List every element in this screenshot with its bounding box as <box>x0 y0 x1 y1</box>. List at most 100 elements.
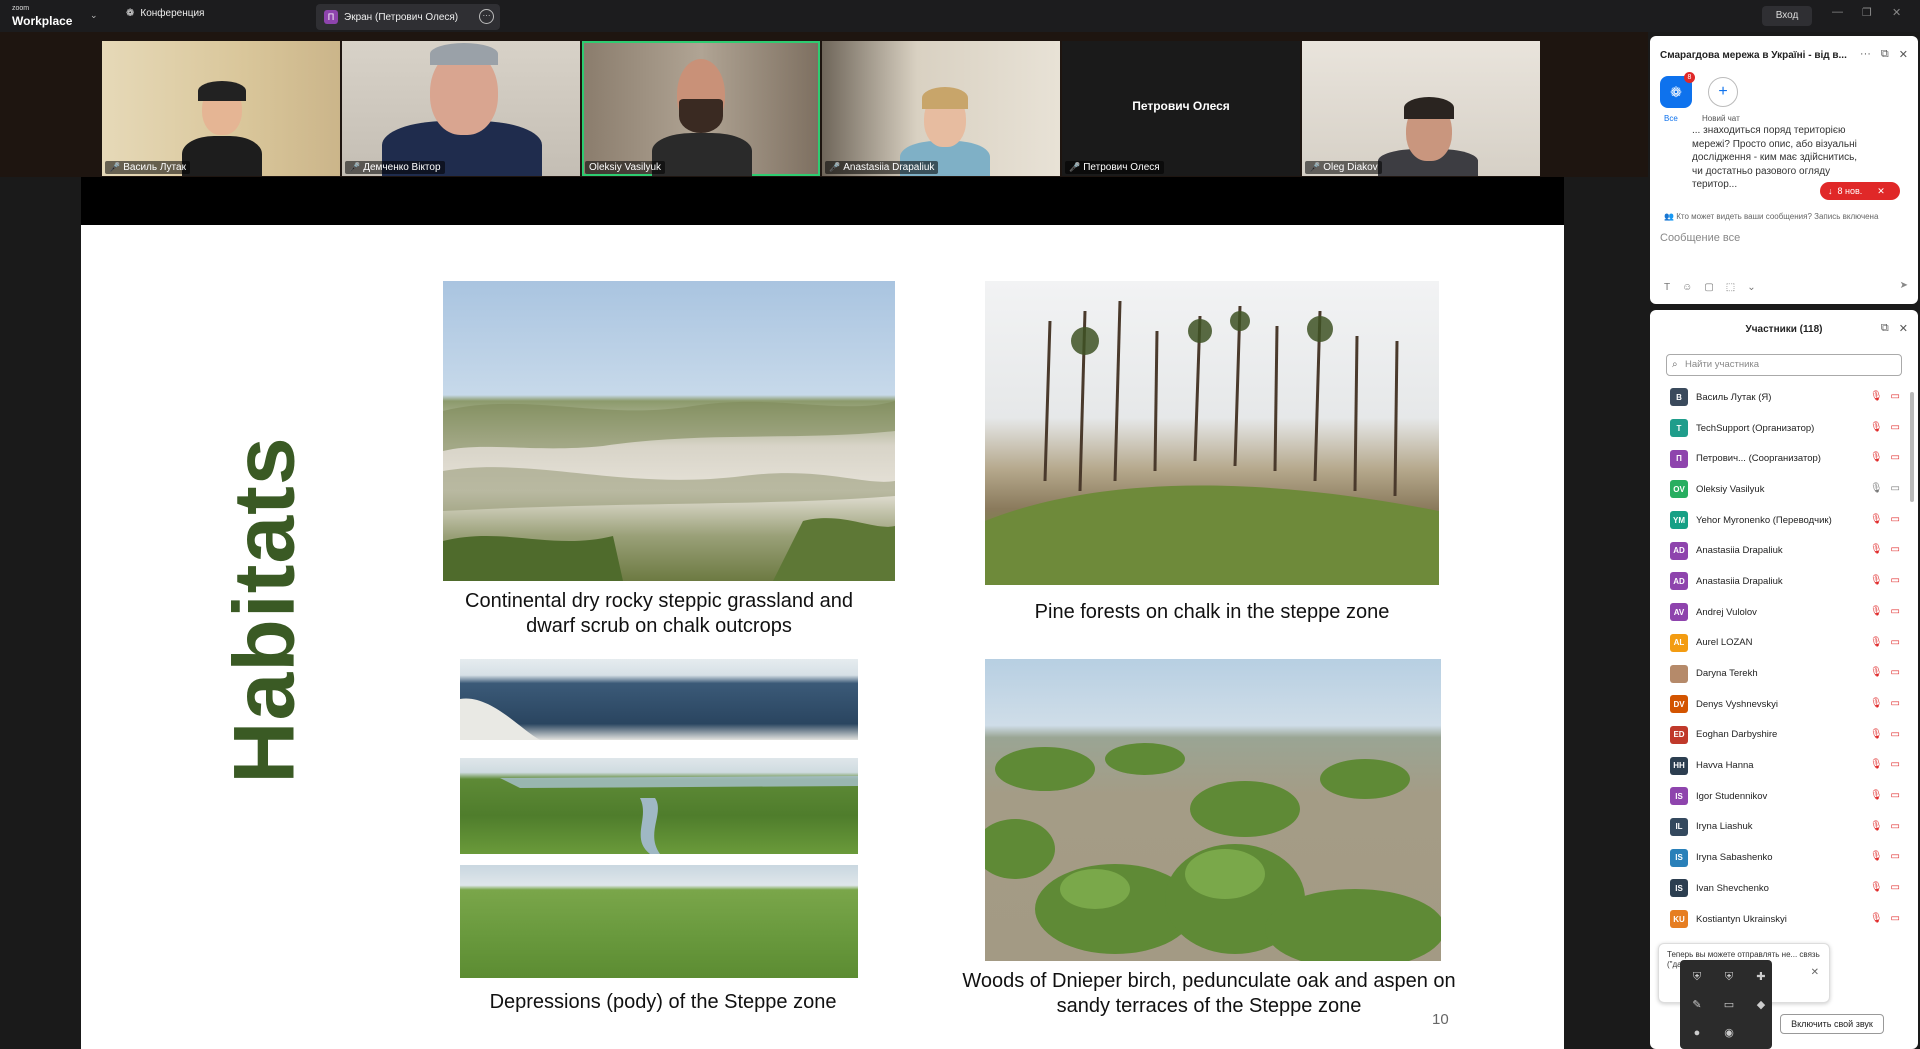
zoom-icon[interactable]: ▭ <box>1714 992 1744 1018</box>
close-icon[interactable]: ✕ <box>1811 968 1819 978</box>
participant-row[interactable]: YM Yehor Myronenko (Переводчик) 🎙 ▭ <box>1650 505 1918 536</box>
tab-screen-share[interactable]: П Экран (Петрович Олеся) ··· <box>316 4 500 30</box>
photo-depression-marsh <box>460 758 858 854</box>
more-icon[interactable]: ··· <box>479 9 494 24</box>
participant-row[interactable]: AV Andrej Vulolov 🎙 ▭ <box>1650 597 1918 628</box>
participant-row[interactable]: ED Eoghan Darbyshire 🎙 ▭ <box>1650 720 1918 751</box>
participant-name: Havva Hanna <box>1696 760 1754 772</box>
video-off-name: Петрович Олеся <box>1132 99 1230 113</box>
signin-button[interactable]: Вход <box>1762 6 1812 26</box>
restore-icon[interactable]: ❐ <box>1862 6 1872 19</box>
mic-muted-icon: 🎙 <box>1869 421 1883 433</box>
shield-icon[interactable]: ⛨ <box>1682 964 1712 990</box>
new-chat-button[interactable]: + <box>1708 77 1738 107</box>
participant-row[interactable]: IS Igor Studennikov 🎙 ▭ <box>1650 781 1918 812</box>
video-tile[interactable]: Петрович Олеся 🎤 Петрович Олеся <box>1062 41 1300 176</box>
close-icon[interactable]: ✕ <box>1899 48 1908 61</box>
camera-icon: ▭ <box>1890 575 1900 587</box>
new-messages-pill[interactable]: ↓ 8 нов. ✕ <box>1820 182 1900 200</box>
chat-all-button[interactable]: ❁ 8 <box>1660 72 1695 108</box>
participant-row[interactable]: В Василь Лутак (Я) 🎙 ▭ <box>1650 382 1918 413</box>
avatar: IS <box>1670 879 1688 898</box>
popout-icon[interactable]: ⧉ <box>1881 322 1889 335</box>
video-tile[interactable]: 🎤 Василь Лутак <box>102 41 340 176</box>
close-window-icon[interactable]: ✕ <box>1892 6 1901 19</box>
more-icon[interactable]: ··· <box>1860 48 1871 61</box>
camera-icon: ▭ <box>1890 513 1900 525</box>
tab-conference[interactable]: ❁ Конференция <box>126 8 204 19</box>
photo-depression-meadow <box>460 865 858 978</box>
video-tile[interactable]: 🎤 Демченко Віктор <box>342 41 580 176</box>
popout-icon[interactable]: ⧉ <box>1881 48 1889 61</box>
participant-row[interactable]: AD Anastasiia Drapaliuk 🎙 ▭ <box>1650 535 1918 566</box>
video-tile[interactable]: 🎤 Anastasiia Drapaliuk <box>822 41 1060 176</box>
participant-row[interactable]: П Петрович... (Соорганизатор) 🎙 ▭ <box>1650 443 1918 474</box>
participant-name: Igor Studennikov <box>1696 790 1768 802</box>
app-icon[interactable]: ◆ <box>1746 992 1776 1018</box>
participant-row[interactable]: HH Havva Hanna 🎙 ▭ <box>1650 750 1918 781</box>
participant-search-input[interactable]: ⌕ Найти участника <box>1666 354 1902 376</box>
mic-muted-icon: 🎙 <box>1869 759 1883 771</box>
camera-icon: ▭ <box>1890 605 1900 617</box>
video-tile[interactable]: Oleksiy Vasilyuk <box>582 41 820 176</box>
mic-muted-icon: 🎙 <box>1869 391 1883 402</box>
send-icon[interactable]: ➤ <box>1900 280 1908 291</box>
participant-row[interactable]: IL Iryna Liashuk 🎙 ▭ <box>1650 812 1918 843</box>
camera-icon: ▭ <box>1890 789 1900 801</box>
video-strip: 🎤 Василь Лутак 🎤 Демченко Віктор Oleksiy V… <box>0 32 1648 177</box>
avatar: IS <box>1670 787 1688 806</box>
chat-toolbar: T ☺ ▢ ⬚ ⌄ <box>1664 282 1756 293</box>
avatar: IL <box>1670 817 1688 836</box>
participant-name: Denys Vyshnevskyi <box>1696 698 1779 710</box>
text-format-icon[interactable]: T <box>1664 282 1670 293</box>
app-icon[interactable]: ● <box>1682 1020 1712 1046</box>
feather-icon[interactable]: ✎ <box>1682 992 1712 1018</box>
participant-row[interactable]: T TechSupport (Организатор) 🎙 ▭ <box>1650 413 1918 444</box>
video-name-tag: 🎤 Василь Лутак <box>105 161 190 174</box>
participant-row[interactable]: OV Oleksiy Vasilyuk 🎙 ▭ <box>1650 474 1918 505</box>
avatar: DV <box>1670 695 1688 714</box>
avatar: HH <box>1670 756 1688 775</box>
minimize-icon[interactable]: — <box>1832 6 1843 18</box>
file-icon[interactable]: ▢ <box>1704 282 1713 293</box>
participant-row[interactable]: DV Denys Vyshnevskyi 🎙 ▭ <box>1650 689 1918 720</box>
new-messages-label: 8 нов. <box>1837 186 1863 196</box>
chat-visibility-notice[interactable]: 👥 Кто может видеть ваши сообщения? Запис… <box>1664 212 1878 221</box>
close-icon[interactable]: ✕ <box>1899 322 1908 335</box>
mic-muted-icon: 🎙 <box>1869 820 1883 832</box>
chat-input[interactable]: Сообщение все <box>1660 232 1740 244</box>
mic-muted-icon: 🎙 <box>1869 575 1883 587</box>
participant-row[interactable]: AD Anastasiia Drapaliuk 🎙 ▭ <box>1650 566 1918 597</box>
participant-name: Ivan Shevchenko <box>1696 882 1769 894</box>
video-tile[interactable]: 🎤 Oleg Diakov <box>1302 41 1540 176</box>
app-icon[interactable]: ◉ <box>1714 1020 1744 1046</box>
mic-muted-icon: 🎤 <box>109 162 121 172</box>
emoji-icon[interactable]: ☺ <box>1682 282 1692 293</box>
chevron-down-icon[interactable]: ⌄ <box>90 10 98 21</box>
camera-icon: ▭ <box>1890 851 1900 863</box>
participant-status: 🎙 ▭ <box>1870 637 1900 648</box>
photo-pine-forest <box>985 281 1439 585</box>
avatar: AD <box>1670 572 1688 591</box>
participant-name: Oleksiy Vasilyuk <box>1696 483 1765 495</box>
camera-icon: ▭ <box>1890 667 1900 679</box>
participant-row[interactable]: KU Kostiantyn Ukrainskyi 🎙 ▭ <box>1650 904 1918 935</box>
mic-muted-icon: 🎙 <box>1869 636 1883 648</box>
participant-list: В Василь Лутак (Я) 🎙 ▭ T TechSupport (Организ… <box>1650 382 1918 934</box>
participant-search-placeholder: Найти участника <box>1685 359 1760 370</box>
chat-panel: Смарагдова мережа в Україні - від в... ·… <box>1650 36 1918 304</box>
participant-name: TechSupport (Организатор) <box>1696 422 1815 434</box>
app-icon[interactable]: ✚ <box>1746 964 1776 990</box>
close-icon[interactable]: ✕ <box>1877 186 1885 197</box>
participant-row[interactable]: Daryna Terekh 🎙 ▭ <box>1650 658 1918 689</box>
camera-icon: ▭ <box>1890 544 1900 556</box>
unmute-button[interactable]: Включить свой звук <box>1780 1014 1884 1034</box>
avatar: ED <box>1670 725 1688 744</box>
screenshot-icon[interactable]: ⬚ <box>1726 282 1735 293</box>
participant-row[interactable]: AL Aurel LOZAN 🎙 ▭ <box>1650 628 1918 659</box>
participant-row[interactable]: IS Iryna Sabashenko 🎙 ▭ <box>1650 842 1918 873</box>
participant-row[interactable]: IS Ivan Shevchenko 🎙 ▭ <box>1650 873 1918 904</box>
shield-icon[interactable]: ⛨ <box>1714 964 1744 990</box>
chevron-down-icon[interactable]: ⌄ <box>1747 282 1755 293</box>
camera-icon: ▭ <box>1890 882 1900 893</box>
